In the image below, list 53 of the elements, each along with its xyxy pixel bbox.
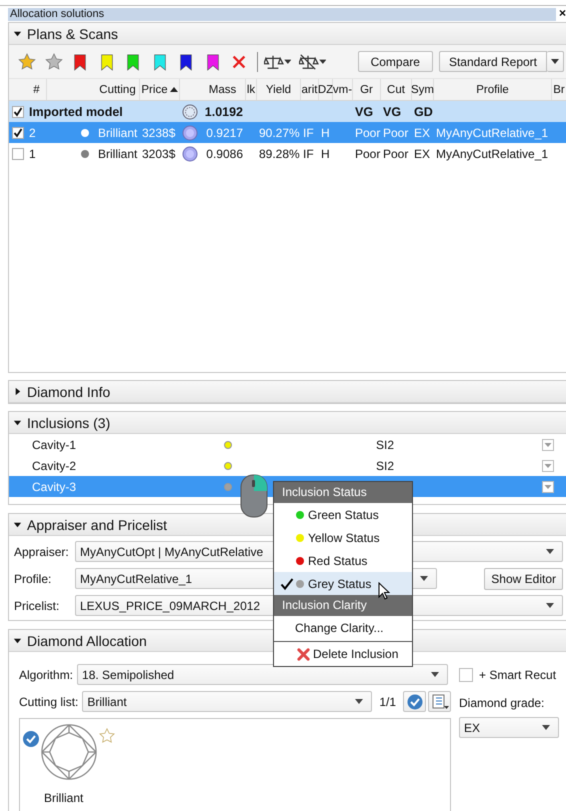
menu-item-label: Red Status (308, 554, 368, 568)
table-cell-text: 3238$ (141, 126, 176, 140)
menu-item-label: Green Status (308, 508, 379, 522)
table-cell-text: IF (302, 126, 315, 140)
table-cell-text: VG (382, 104, 402, 118)
table-cell-text: Poor (382, 146, 410, 160)
field-label: Diamond grade: (459, 696, 546, 710)
inclusion-name: Cavity-1 (31, 438, 78, 452)
table-cell-text: 2 (28, 126, 37, 140)
menu-item-label: Yellow Status (308, 530, 380, 544)
clarity-text: SI2 (376, 438, 396, 452)
menu-section-header: Inclusion Clarity (274, 595, 412, 616)
table-cell-text: Brilliant (97, 126, 138, 140)
table-cell-text: 89.28% (258, 146, 301, 160)
table-cell-text: Poor (354, 146, 381, 160)
counter-text: 1/1 (379, 694, 396, 708)
inclusion-name: Cavity-3 (31, 480, 78, 494)
table-cell-text: GD (413, 104, 434, 118)
section-title: Plans & Scans (27, 26, 118, 42)
table-cell-text: H (320, 146, 331, 160)
table-cell-text: 90.27% (258, 126, 301, 140)
table-cell-text: VG (354, 104, 374, 118)
panel-title: Allocation solutions (10, 8, 104, 20)
field-label: Algorithm: (19, 668, 74, 682)
table-cell-text: H (320, 126, 331, 140)
table-cell-text: MyAnyCutRelative_1 (435, 126, 550, 140)
field-label: Cutting list: (19, 694, 78, 708)
table-cell-text: Poor (382, 126, 410, 140)
section-title: Inclusions (3) (27, 414, 110, 430)
table-cell-text: MyAnyCutRelative_1 (435, 146, 550, 160)
field-label: Pricelist: (14, 598, 60, 612)
section-title: Appraiser and Pricelist (27, 516, 168, 532)
field-label: Profile: (14, 572, 52, 586)
table-cell-text: 1.0192 (204, 104, 244, 118)
table-cell-text: 0.9086 (205, 146, 244, 160)
menu-item-label: Grey Status (308, 576, 372, 590)
section-title: Diamond Allocation (27, 632, 147, 648)
inclusion-name: Cavity-2 (31, 458, 78, 472)
table-cell-text: Poor (354, 126, 381, 140)
table-cell-text: Brilliant (97, 146, 138, 160)
field-label: Appraiser: (14, 544, 70, 558)
table-cell-text: EX (413, 126, 432, 140)
table-cell-text: Imported model (28, 104, 124, 118)
table-cell-text: 1 (28, 146, 37, 160)
checkbox-label: + Smart Recut (479, 668, 556, 682)
cut-name: Brilliant (44, 791, 84, 805)
clarity-text: SI2 (376, 458, 396, 472)
table-cell-text: 3203$ (141, 146, 176, 160)
table-cell-text: EX (413, 146, 432, 160)
section-title: Diamond Info (27, 384, 110, 400)
menu-section-header: Inclusion Status (274, 482, 412, 503)
table-cell-text: 0.9217 (205, 126, 244, 140)
table-cell-text: IF (302, 146, 315, 160)
